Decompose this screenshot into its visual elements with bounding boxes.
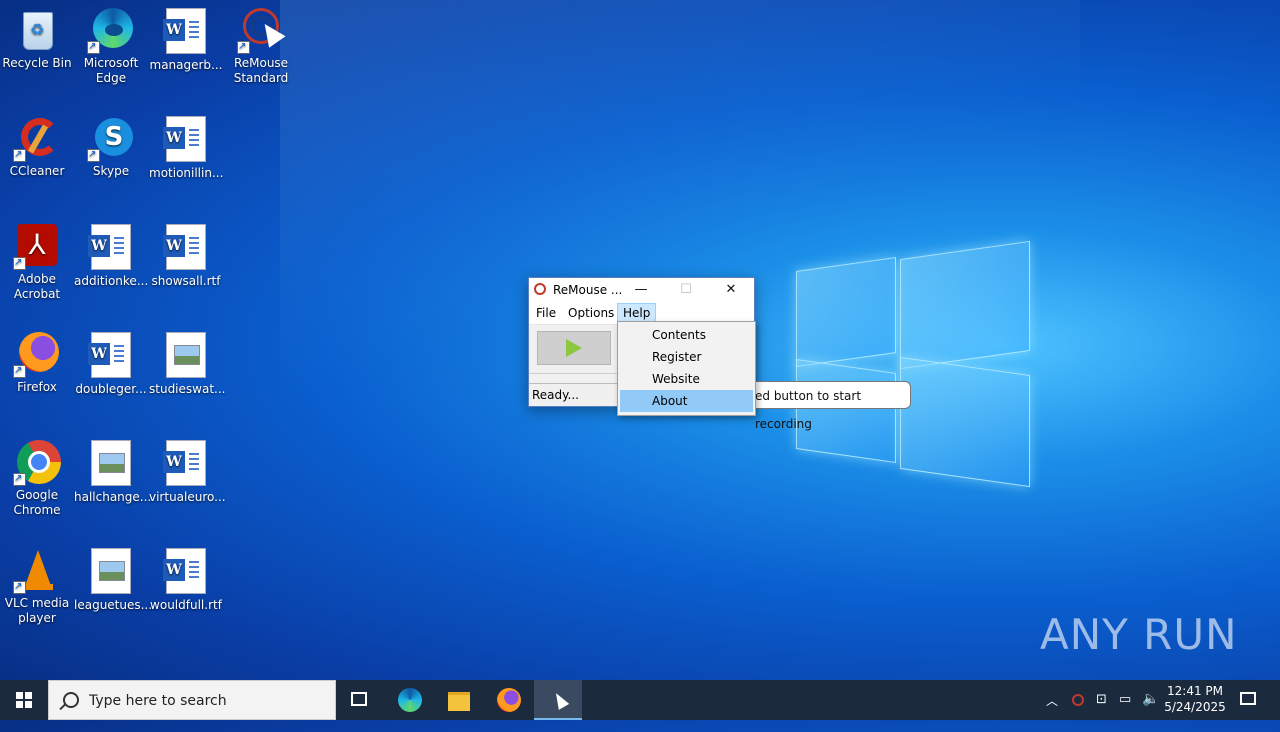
desktop-icon-motionillin[interactable]: motionillin... bbox=[149, 114, 223, 181]
remouse-tray-icon[interactable] bbox=[1072, 694, 1084, 706]
recycle-bin-icon: ♻ bbox=[13, 6, 61, 54]
taskbar: ︿ ⊡ ▭ 🔈 12:41 PM 5/24/2025 bbox=[0, 680, 1280, 720]
word-document-icon bbox=[162, 116, 210, 164]
status-text: Ready... bbox=[532, 388, 579, 402]
minimize-icon[interactable]: — bbox=[621, 278, 661, 302]
task-view-icon bbox=[351, 692, 367, 706]
menu-item-about[interactable]: About bbox=[620, 390, 753, 412]
anyrun-watermark: ANY RUN bbox=[1040, 610, 1238, 659]
clock-time: 12:41 PM bbox=[1167, 684, 1223, 698]
word-document-icon bbox=[162, 224, 210, 272]
word-document-icon bbox=[87, 224, 135, 272]
desktop-icon-skype[interactable]: S Skype bbox=[74, 114, 148, 179]
remouse-cursor-icon bbox=[550, 690, 570, 710]
edge-icon bbox=[87, 6, 135, 54]
menu-file[interactable]: File bbox=[531, 304, 561, 322]
image-file-icon bbox=[87, 548, 135, 596]
menu-item-contents[interactable]: Contents bbox=[620, 324, 753, 346]
taskbar-edge[interactable] bbox=[386, 680, 434, 720]
ccleaner-icon bbox=[13, 114, 61, 162]
desktop-icon-vlc[interactable]: VLC media player bbox=[0, 546, 74, 626]
acrobat-icon: ⅄ bbox=[13, 222, 61, 270]
desktop-icon-ccleaner[interactable]: CCleaner bbox=[0, 114, 74, 179]
image-file-icon bbox=[162, 332, 210, 380]
menu-item-register[interactable]: Register bbox=[620, 346, 753, 368]
word-document-icon bbox=[162, 440, 210, 488]
remouse-icon bbox=[237, 6, 286, 54]
remouse-app-icon bbox=[534, 283, 546, 295]
taskbar-firefox[interactable] bbox=[485, 680, 533, 720]
desktop-icon-virtualeuro[interactable]: virtualeuro... bbox=[149, 438, 226, 505]
folder-icon bbox=[448, 692, 470, 711]
taskbar-remouse[interactable] bbox=[534, 680, 582, 720]
volume-icon[interactable]: 🔈 bbox=[1142, 691, 1159, 731]
desktop-icon-managerb[interactable]: managerb... bbox=[149, 6, 223, 73]
desktop-icon-remouse[interactable]: ReMouse Standard bbox=[224, 6, 298, 86]
windows-logo-wallpaper bbox=[796, 240, 1030, 488]
desktop-icon-chrome[interactable]: Google Chrome bbox=[0, 438, 74, 518]
word-document-icon bbox=[162, 8, 210, 56]
search-icon bbox=[63, 692, 79, 708]
menu-help[interactable]: Help bbox=[617, 303, 657, 323]
tooltip: ed button to start recording bbox=[740, 381, 911, 431]
help-menu-dropdown: Contents Register Website About bbox=[617, 321, 756, 416]
image-file-icon bbox=[87, 440, 135, 488]
title-bar[interactable]: ReMouse ... — ☐ ✕ bbox=[529, 278, 754, 302]
search-input[interactable] bbox=[87, 689, 331, 713]
word-document-icon bbox=[87, 332, 135, 380]
desktop-icon-showsall[interactable]: showsall.rtf bbox=[149, 222, 223, 289]
record-play-button[interactable] bbox=[537, 331, 611, 365]
firefox-icon bbox=[13, 330, 61, 378]
notification-icon bbox=[1240, 692, 1256, 705]
maximize-icon: ☐ bbox=[680, 282, 692, 297]
start-button[interactable] bbox=[0, 680, 48, 720]
network-icon[interactable]: ▭ bbox=[1119, 692, 1131, 732]
window-title: ReMouse ... bbox=[553, 283, 623, 297]
firefox-icon bbox=[497, 688, 521, 712]
vlc-icon bbox=[13, 546, 61, 594]
desktop-icon-firefox[interactable]: Firefox bbox=[0, 330, 74, 395]
play-icon bbox=[566, 339, 582, 357]
close-icon[interactable]: ✕ bbox=[711, 278, 751, 302]
desktop-icon-leaguetues[interactable]: leaguetues... bbox=[74, 546, 152, 613]
desktop-icon-hallchange[interactable]: hallchange... bbox=[74, 438, 151, 505]
desktop-icon-doubleger[interactable]: doubleger... bbox=[74, 330, 148, 397]
clock-date: 5/24/2025 bbox=[1164, 700, 1226, 714]
taskbar-search[interactable] bbox=[48, 680, 336, 720]
notification-button[interactable] bbox=[1232, 680, 1272, 720]
chevron-up-icon[interactable]: ︿ bbox=[1046, 692, 1058, 732]
device-icon[interactable]: ⊡ bbox=[1096, 692, 1107, 732]
taskbar-file-explorer[interactable] bbox=[435, 680, 483, 720]
desktop-icon-studieswat[interactable]: studieswat... bbox=[149, 330, 225, 397]
skype-icon: S bbox=[87, 114, 135, 162]
windows-start-icon bbox=[16, 692, 32, 708]
clock[interactable]: 12:41 PM 5/24/2025 bbox=[1160, 683, 1230, 715]
chrome-icon bbox=[13, 438, 61, 486]
desktop-icon-wouldfull[interactable]: wouldfull.rtf bbox=[149, 546, 223, 613]
menu-item-website[interactable]: Website bbox=[620, 368, 753, 390]
menu-options[interactable]: Options bbox=[563, 304, 619, 322]
task-view-button[interactable] bbox=[336, 680, 384, 720]
desktop-icon-edge[interactable]: Microsoft Edge bbox=[74, 6, 148, 86]
desktop-icon-acrobat[interactable]: ⅄ Adobe Acrobat bbox=[0, 222, 74, 302]
desktop-icon-additionke[interactable]: additionke... bbox=[74, 222, 148, 289]
word-document-icon bbox=[162, 548, 210, 596]
edge-icon bbox=[398, 688, 422, 712]
desktop-icon-recycle-bin[interactable]: ♻ Recycle Bin bbox=[0, 6, 74, 71]
